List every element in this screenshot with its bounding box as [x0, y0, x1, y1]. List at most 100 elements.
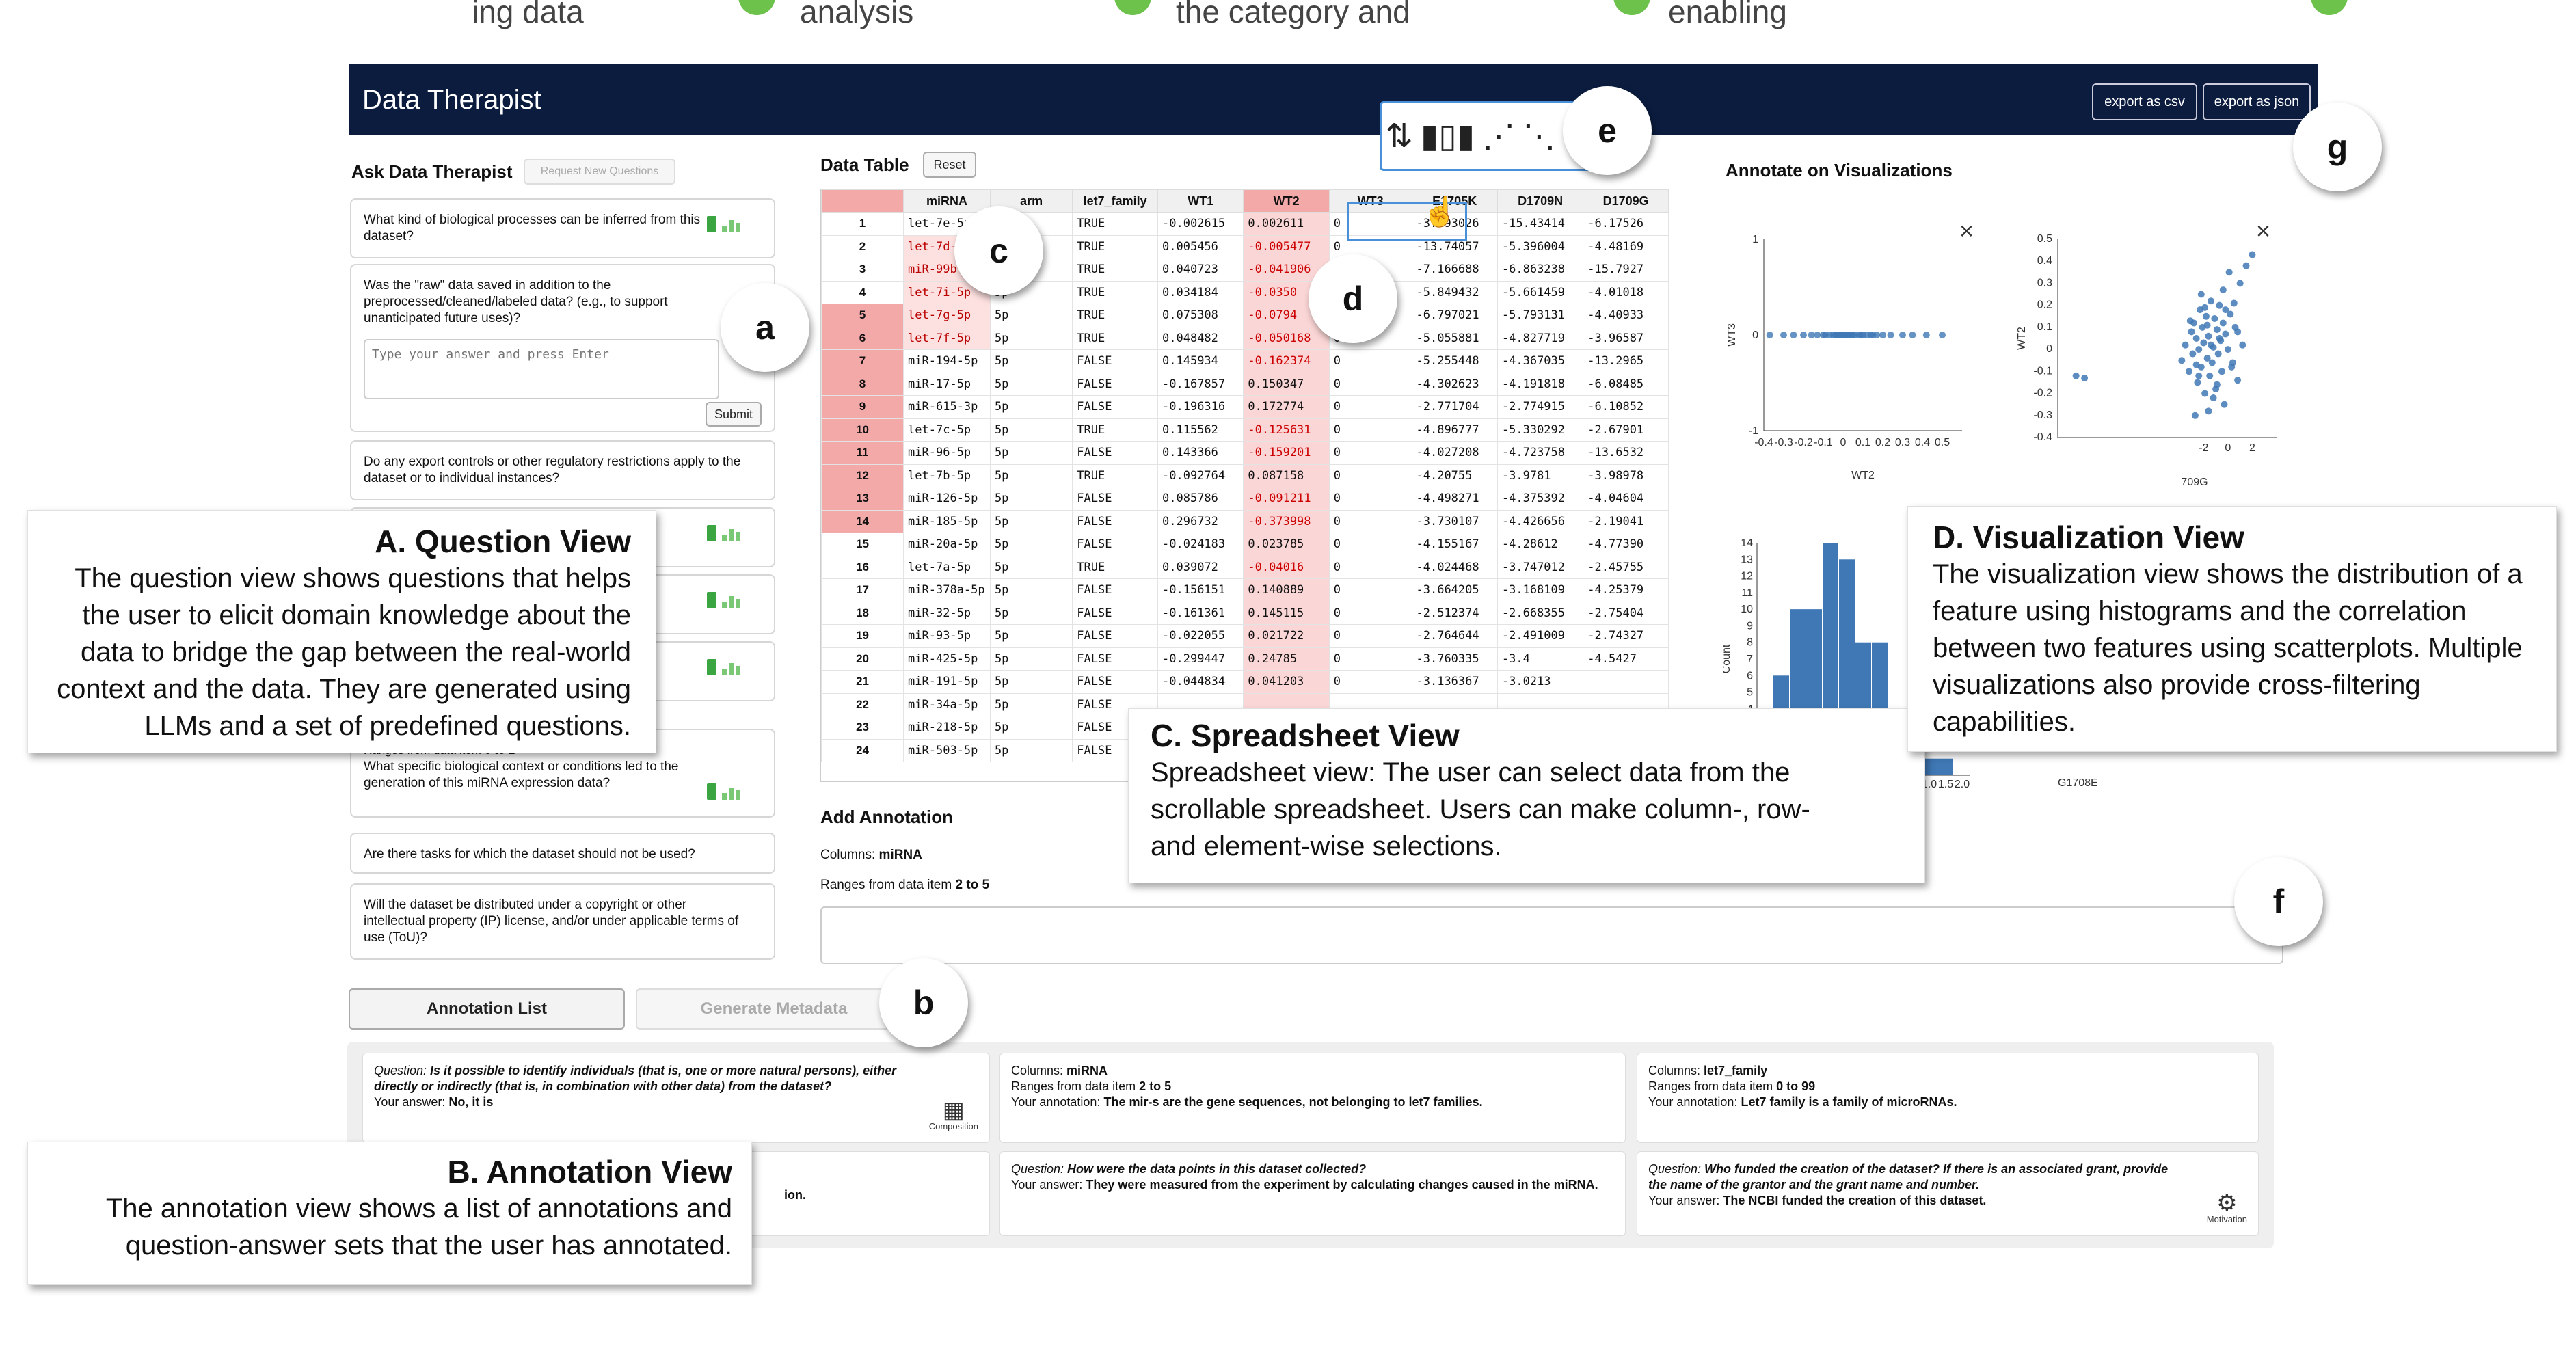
- table-cell[interactable]: miR-194-5p: [903, 349, 991, 373]
- table-cell[interactable]: miR-378a-5p: [903, 578, 991, 602]
- table-cell[interactable]: 5p: [989, 601, 1073, 625]
- table-cell[interactable]: -5.330292: [1497, 418, 1584, 442]
- table-cell[interactable]: TRUE: [1072, 304, 1159, 327]
- table-cell[interactable]: -3.4: [1497, 647, 1584, 671]
- table-row[interactable]: 12 let-7b-5p 5p TRUE -0.092764 0.087158 0 -4.20…: [821, 463, 1669, 487]
- table-cell[interactable]: -4.498271: [1411, 487, 1498, 511]
- table-cell[interactable]: 0.041203: [1243, 670, 1330, 694]
- table-cell[interactable]: 0.048482: [1157, 326, 1244, 350]
- table-cell[interactable]: miR-96-5p: [903, 441, 991, 465]
- table-cell[interactable]: -4.302623: [1411, 372, 1498, 396]
- table-cell[interactable]: 0.296732: [1157, 509, 1244, 533]
- table-cell[interactable]: -4.027208: [1411, 441, 1498, 465]
- table-row[interactable]: 8 miR-17-5p 5p FALSE -0.167857 0.150347 0 -4.30…: [821, 372, 1669, 396]
- table-cell[interactable]: -4.155167: [1411, 533, 1498, 556]
- table-row[interactable]: 10 let-7c-5p 5p TRUE 0.115562 -0.125631 0 -4.89…: [821, 418, 1669, 442]
- table-cell[interactable]: let-7a-5p: [903, 555, 991, 579]
- table-cell[interactable]: -2.771704: [1411, 395, 1498, 419]
- table-cell[interactable]: -0.044834: [1157, 670, 1244, 694]
- table-cell[interactable]: 5p: [989, 349, 1073, 373]
- table-cell[interactable]: -0.162374: [1243, 349, 1330, 373]
- table-cell[interactable]: -4.426656: [1497, 509, 1584, 533]
- table-row[interactable]: 21 miR-191-5p 5p FALSE -0.044834 0.041203 0 -3.…: [821, 670, 1669, 694]
- table-cell[interactable]: -0.002615: [1157, 212, 1244, 236]
- table-cell[interactable]: 0.034184: [1157, 280, 1244, 304]
- table-cell[interactable]: -0.005477: [1243, 234, 1330, 258]
- table-row[interactable]: 6let-7f-5p5pTRUE0.048482-0.0501680-5.055…: [821, 326, 1669, 350]
- table-cell[interactable]: -5.396004: [1497, 234, 1584, 258]
- table-cell[interactable]: FALSE: [1072, 670, 1159, 694]
- table-cell[interactable]: -5.849432: [1411, 280, 1498, 304]
- table-cell[interactable]: 5p: [989, 738, 1073, 762]
- table-cell[interactable]: -4.191818: [1497, 372, 1584, 396]
- table-cell[interactable]: 0.172774: [1243, 395, 1330, 419]
- table-cell[interactable]: -0.156151: [1157, 578, 1244, 602]
- table-cell[interactable]: 5p: [989, 326, 1073, 350]
- tab-annotation-list[interactable]: Annotation List: [349, 988, 625, 1030]
- request-questions-button[interactable]: Request New Questions: [524, 159, 675, 185]
- table-cell[interactable]: -4.723758: [1497, 441, 1584, 465]
- table-cell[interactable]: -2.774915: [1497, 395, 1584, 419]
- sort-icon[interactable]: ⇅: [1386, 117, 1413, 155]
- table-cell[interactable]: FALSE: [1072, 441, 1159, 465]
- row-index[interactable]: 15: [821, 533, 904, 556]
- table-cell[interactable]: -4.25379: [1583, 578, 1669, 602]
- table-cell[interactable]: -2.75404: [1583, 601, 1669, 625]
- table-cell[interactable]: miR-93-5p: [903, 624, 991, 648]
- delete-and-stats-icon[interactable]: [707, 524, 745, 544]
- table-cell[interactable]: -2.491009: [1497, 624, 1584, 648]
- table-cell[interactable]: -2.19041: [1583, 509, 1669, 533]
- table-row[interactable]: 16 let-7a-5p 5p TRUE 0.039072 -0.04016 0 -4.024…: [821, 555, 1669, 579]
- table-cell[interactable]: 0: [1328, 647, 1412, 671]
- row-index[interactable]: 1: [821, 212, 904, 236]
- column-header[interactable]: WT1: [1157, 189, 1244, 213]
- table-row[interactable]: 3miR-99b-5p5pTRUE0.040723-0.0419060-7.16…: [821, 258, 1669, 282]
- table-cell[interactable]: -3.96587: [1583, 326, 1669, 350]
- table-row[interactable]: 7 miR-194-5p 5p FALSE 0.145934 -0.162374 0 -5.2…: [821, 349, 1669, 373]
- table-row[interactable]: 11 miR-96-5p 5p FALSE 0.143366 -0.159201 0 -4.0…: [821, 441, 1669, 465]
- table-cell[interactable]: -4.04604: [1583, 487, 1669, 511]
- table-cell[interactable]: 5p: [989, 670, 1073, 694]
- scatter-709g-wt2[interactable]: 0.5 0.4 0.3 0.2 0.1 0 -0.1 -0.2 -0.3 -0.4 -2 0 2 709G…: [2016, 233, 2277, 488]
- table-cell[interactable]: 0: [1328, 578, 1412, 602]
- table-cell[interactable]: 0.075308: [1157, 304, 1244, 327]
- row-index[interactable]: 20: [821, 647, 904, 671]
- table-cell[interactable]: -13.2965: [1583, 349, 1669, 373]
- row-index[interactable]: 19: [821, 624, 904, 648]
- delete-and-stats-icon[interactable]: [707, 658, 745, 678]
- table-cell[interactable]: -0.024183: [1157, 533, 1244, 556]
- question-card[interactable]: Are there tasks for which the dataset sh…: [350, 833, 775, 874]
- row-index[interactable]: 7: [821, 349, 904, 373]
- table-cell[interactable]: -4.40933: [1583, 304, 1669, 327]
- row-index[interactable]: 12: [821, 463, 904, 487]
- table-cell[interactable]: -4.28612: [1497, 533, 1584, 556]
- table-cell[interactable]: let-7c-5p: [903, 418, 991, 442]
- table-cell[interactable]: -6.08485: [1583, 372, 1669, 396]
- table-cell[interactable]: -0.373998: [1243, 509, 1330, 533]
- column-header[interactable]: miRNA: [903, 189, 991, 213]
- table-row[interactable]: 2let-7d-5p5pTRUE0.005456-0.0054770-13.74…: [821, 234, 1669, 258]
- table-cell[interactable]: -5.793131: [1497, 304, 1584, 327]
- annotation-input[interactable]: [820, 906, 2283, 964]
- table-cell[interactable]: -3.730107: [1411, 509, 1498, 533]
- table-cell[interactable]: 0: [1328, 533, 1412, 556]
- table-cell[interactable]: 0: [1328, 509, 1412, 533]
- table-cell[interactable]: 5p: [989, 509, 1073, 533]
- table-cell[interactable]: 0: [1328, 670, 1412, 694]
- table-cell[interactable]: TRUE: [1072, 463, 1159, 487]
- row-index[interactable]: 18: [821, 601, 904, 625]
- table-cell[interactable]: -0.167857: [1157, 372, 1244, 396]
- table-cell[interactable]: -3.98978: [1583, 463, 1669, 487]
- table-cell[interactable]: -5.661459: [1497, 280, 1584, 304]
- table-cell[interactable]: -0.091211: [1243, 487, 1330, 511]
- table-cell[interactable]: 5p: [989, 555, 1073, 579]
- table-cell[interactable]: -4.20755: [1411, 463, 1498, 487]
- table-cell[interactable]: -4.5427: [1583, 647, 1669, 671]
- table-cell[interactable]: -4.375392: [1497, 487, 1584, 511]
- table-cell[interactable]: [1583, 670, 1669, 694]
- table-cell[interactable]: 5p: [989, 395, 1073, 419]
- table-row[interactable]: 15 miR-20a-5p 5p FALSE -0.024183 0.023785 0 -4.…: [821, 533, 1669, 556]
- table-cell[interactable]: miR-425-5p: [903, 647, 991, 671]
- table-row[interactable]: 4let-7i-5p5pTRUE0.034184-0.03500-5.84943…: [821, 280, 1669, 304]
- row-index[interactable]: 23: [821, 716, 904, 740]
